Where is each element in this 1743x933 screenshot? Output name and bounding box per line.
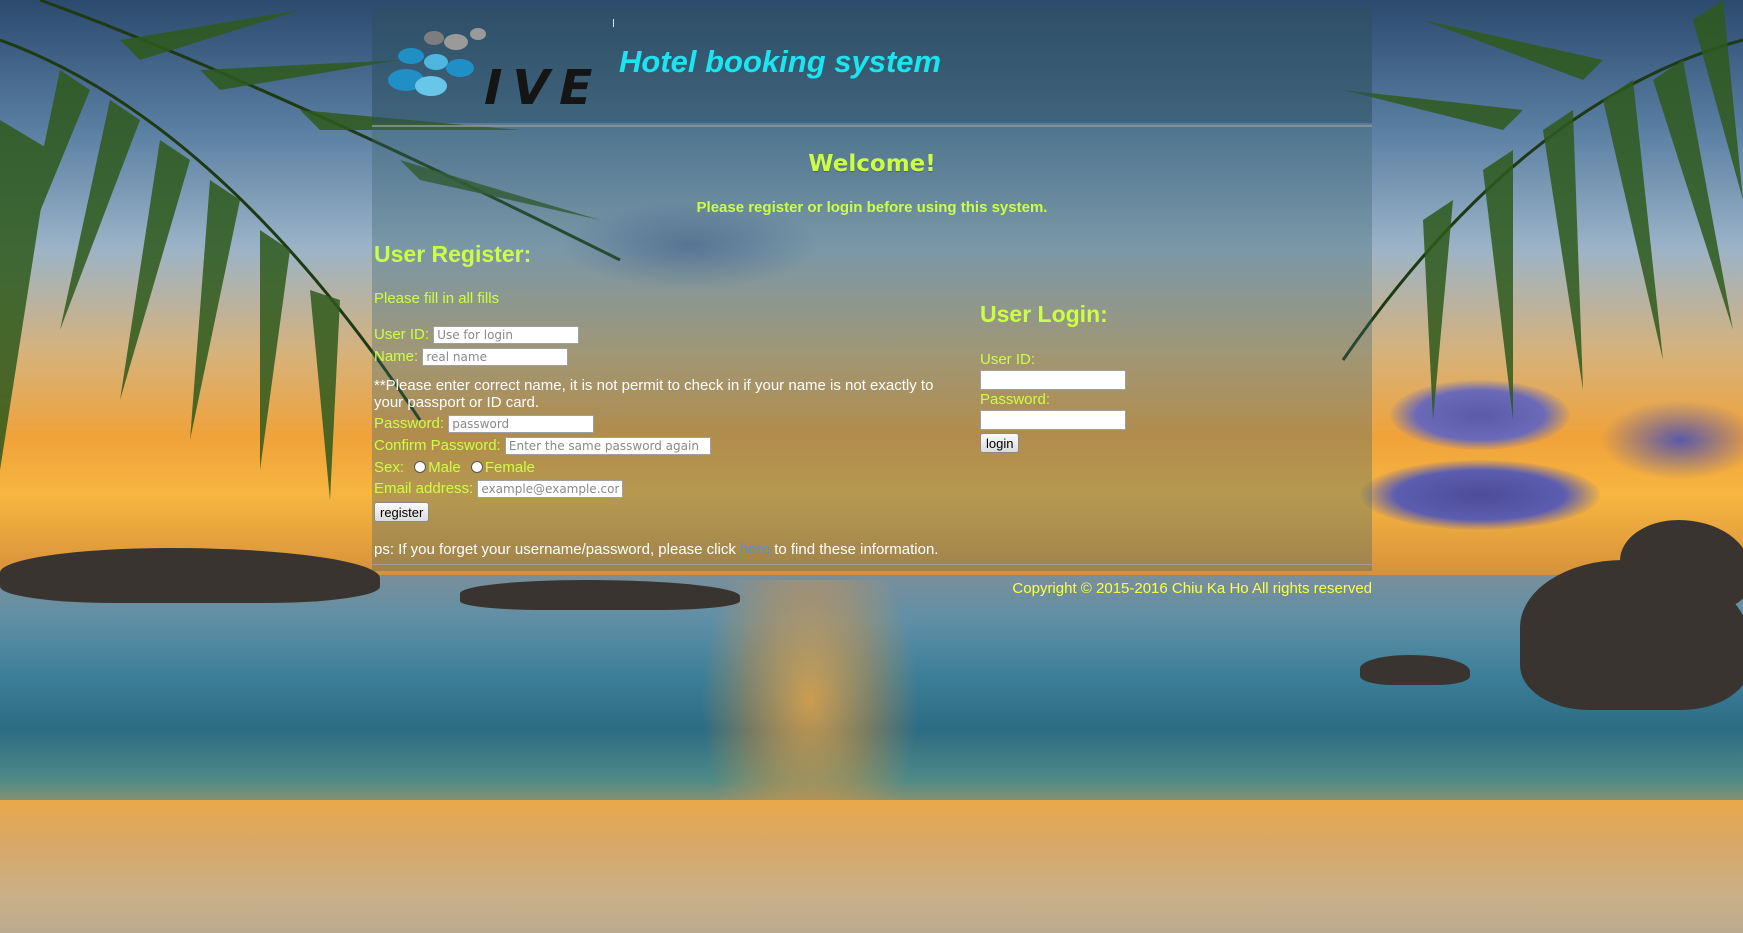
sex-label: Sex: (374, 459, 405, 476)
login-title: User Login: (980, 301, 1108, 327)
logo-bubbles-icon (388, 28, 486, 96)
copyright-notice: Copyright © 2015-2016 Chiu Ka Ho All rig… (1012, 580, 1372, 597)
register-sex-row: Sex: Male Female (374, 459, 535, 476)
login-button[interactable]: login (980, 433, 1020, 453)
header-divider-tick (613, 19, 614, 27)
sex-male-radio[interactable] (414, 461, 427, 473)
login-user-id-input[interactable] (980, 370, 1126, 390)
register-email-row: Email address: (374, 480, 624, 499)
header-banner: IVE Hotel booking system (372, 8, 1372, 123)
forgot-password-note: ps: If you forget your username/password… (374, 541, 938, 558)
welcome-heading: Welcome! (808, 151, 936, 177)
ive-logo: IVE (386, 20, 608, 116)
register-button[interactable]: register (374, 502, 430, 522)
sex-female-radio[interactable] (470, 461, 483, 473)
name-warning-note: **Please enter correct name, it is not p… (374, 377, 934, 411)
logo-wordmark: IVE (478, 60, 608, 116)
email-label: Email address: (374, 480, 474, 497)
login-password-label: Password: (980, 391, 1051, 408)
welcome-subtitle: Please register or login before using th… (696, 199, 1048, 216)
password-label: Password: (374, 415, 445, 432)
forgot-text-before: ps: If you forget your username/password… (374, 541, 741, 558)
footer-divider (372, 564, 1372, 565)
register-title: User Register: (374, 241, 532, 267)
register-email-input[interactable] (477, 480, 624, 499)
login-password-input[interactable] (980, 410, 1126, 430)
forgot-text-after: to find these information. (770, 541, 939, 558)
sex-male-label[interactable]: Male (428, 459, 461, 476)
name-label: Name: (374, 348, 419, 365)
register-name-input[interactable] (422, 348, 569, 367)
forgot-here-link[interactable]: here (740, 541, 770, 558)
login-user-id-label: User ID: (980, 351, 1036, 368)
register-confirm-row: Confirm Password: (374, 437, 711, 456)
register-user-id-row: User ID: (374, 326, 580, 345)
register-user-id-input[interactable] (433, 326, 580, 345)
beach-sand (0, 800, 1743, 933)
rock (460, 580, 740, 610)
site-title: Hotel booking system (619, 44, 942, 79)
rock (1360, 655, 1470, 685)
cloud (1360, 460, 1600, 530)
page-container: IVE Hotel booking system Welcome! Please… (372, 8, 1372, 597)
register-instruction: Please fill in all fills (374, 290, 500, 307)
sex-female-label[interactable]: Female (485, 459, 535, 476)
register-confirm-password-input[interactable] (504, 437, 711, 456)
confirm-password-label: Confirm Password: (374, 437, 501, 454)
rock (1620, 520, 1743, 610)
user-id-label: User ID: (374, 326, 430, 343)
register-password-input[interactable] (448, 415, 595, 434)
register-password-row: Password: (374, 415, 595, 434)
register-name-row: Name: (374, 348, 569, 367)
